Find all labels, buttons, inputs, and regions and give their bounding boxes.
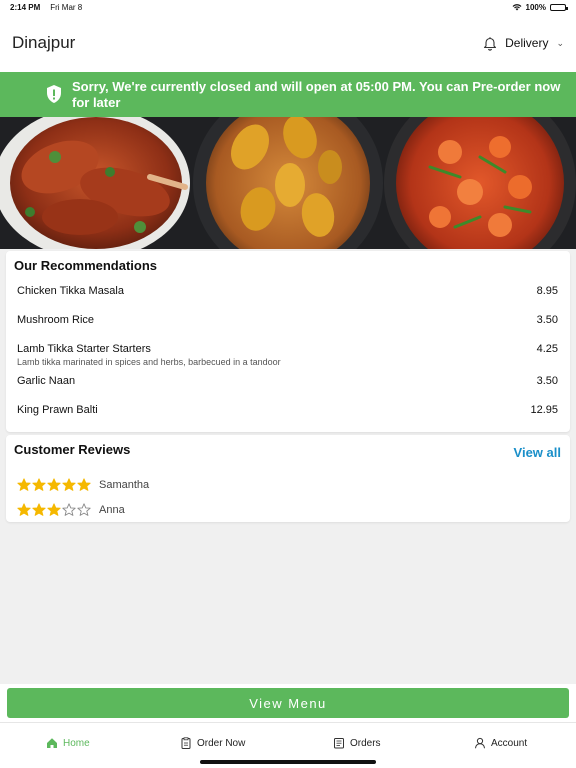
location-title[interactable]: Dinajpur <box>12 33 75 53</box>
tab-orders[interactable]: Orders <box>333 737 381 749</box>
item-name: Chicken Tikka Masala <box>17 285 124 297</box>
item-name: Garlic Naan <box>17 375 76 387</box>
star-filled-icon <box>17 478 31 491</box>
star-filled-icon <box>47 503 61 516</box>
star-filled-icon <box>62 478 76 491</box>
status-bar: 2:14 PM Fri Mar 8 100% <box>0 0 576 14</box>
star-filled-icon <box>77 478 91 491</box>
status-date: Fri Mar 8 <box>50 2 83 12</box>
home-indicator[interactable] <box>200 760 376 764</box>
banner-message: Sorry, We're currently closed and will o… <box>72 78 561 110</box>
star-filled-icon <box>32 478 46 491</box>
clipboard-icon <box>181 737 191 749</box>
wifi-icon <box>512 4 521 11</box>
item-name: Mushroom Rice <box>17 314 95 326</box>
delivery-mode-label[interactable]: Delivery <box>505 36 548 50</box>
item-price: 8.95 <box>536 285 558 297</box>
view-menu-button[interactable]: View Menu <box>7 688 569 718</box>
reviewer-name: Samantha <box>99 479 150 491</box>
item-description: Lamb tikka marinated in spices and herbs… <box>17 357 281 367</box>
item-price: 3.50 <box>536 314 558 326</box>
chevron-down-icon[interactable]: ⌄ <box>556 38 564 49</box>
reviews-card: Customer Reviews View all Samantha Anna <box>6 435 570 522</box>
status-time: 2:14 PM <box>10 2 41 12</box>
star-empty-icon <box>77 503 91 516</box>
view-all-link[interactable]: View all <box>514 445 561 460</box>
battery-percent: 100% <box>525 2 546 12</box>
tab-label: Home <box>63 737 90 749</box>
home-icon <box>47 738 57 748</box>
tab-label: Account <box>491 737 528 749</box>
review-row: Anna <box>17 502 125 518</box>
star-empty-icon <box>62 503 76 516</box>
user-icon <box>475 737 485 749</box>
hero-food-image <box>0 117 576 249</box>
item-price: 12.95 <box>530 404 558 416</box>
item-price: 3.50 <box>536 375 558 387</box>
recommendations-title: Our Recommendations <box>14 258 158 273</box>
review-row: Samantha <box>17 477 149 493</box>
star-filled-icon <box>47 478 61 491</box>
shield-alert-icon <box>47 85 61 103</box>
app-header: Dinajpur Delivery ⌄ <box>0 14 576 72</box>
status-right: 100% <box>512 2 568 12</box>
item-name: Lamb Tikka Starter Starters <box>17 343 151 355</box>
star-rating <box>17 478 91 492</box>
delivery-selector[interactable]: Delivery ⌄ <box>483 36 564 51</box>
food-illustration <box>0 117 576 249</box>
star-filled-icon <box>17 503 31 516</box>
recommendations-card: Our Recommendations Chicken Tikka Masala… <box>6 251 570 432</box>
item-price: 4.25 <box>536 343 558 355</box>
item-name: King Prawn Balti <box>17 404 98 416</box>
battery-icon <box>550 3 568 11</box>
tab-order-now[interactable]: Order Now <box>180 737 245 749</box>
tab-account[interactable]: Account <box>474 737 527 749</box>
star-filled-icon <box>32 503 46 516</box>
cta-bar: View Menu <box>0 684 576 722</box>
reviews-title: Customer Reviews <box>14 442 131 457</box>
reviewer-name: Anna <box>99 504 125 516</box>
tab-label: Orders <box>350 737 381 749</box>
closed-banner: Sorry, We're currently closed and will o… <box>0 72 576 117</box>
receipt-icon <box>334 738 344 749</box>
bell-icon[interactable] <box>483 36 497 51</box>
tab-label: Order Now <box>197 737 246 749</box>
star-rating <box>17 503 91 517</box>
tab-home[interactable]: Home <box>46 737 90 749</box>
bottom-tab-bar: Home Order Now Orders Account <box>0 722 576 768</box>
